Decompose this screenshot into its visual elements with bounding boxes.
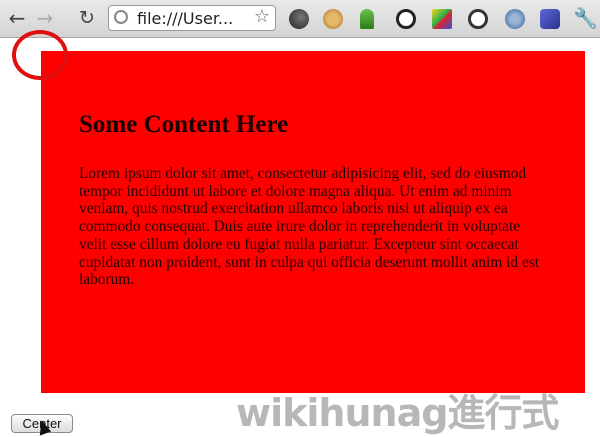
highlight-circle-annotation: [12, 30, 68, 80]
cookie-icon[interactable]: [323, 9, 343, 29]
browser-toolbar: ← → ↻ file:///User... ☆ 🔧: [0, 0, 600, 38]
page-icon: [114, 10, 128, 24]
content-paragraph: Lorem ipsum dolor sit amet, consectetur …: [79, 165, 540, 289]
palette-icon[interactable]: [540, 9, 560, 29]
sprout-icon[interactable]: [360, 9, 374, 29]
g-circle-icon[interactable]: [396, 9, 416, 29]
watermark: wikihunag進行式: [236, 391, 559, 435]
colorful-grid-icon[interactable]: [432, 9, 452, 29]
back-arrow-icon[interactable]: ←: [6, 7, 28, 29]
url-text[interactable]: file:///User...: [137, 9, 233, 28]
red-content-box: Some Content Here Lorem ipsum dolor sit …: [41, 51, 585, 393]
content-heading: Some Content Here: [79, 111, 289, 138]
bookmark-star-icon[interactable]: ☆: [254, 6, 270, 27]
dark-extension-icon[interactable]: [289, 9, 309, 29]
wrench-menu-icon[interactable]: 🔧: [573, 6, 598, 30]
address-bar[interactable]: file:///User... ☆: [108, 5, 276, 31]
globe-icon[interactable]: [505, 9, 525, 29]
forward-arrow-icon[interactable]: →: [34, 7, 56, 29]
refresh-circle-icon[interactable]: [468, 9, 488, 29]
reload-icon[interactable]: ↻: [76, 7, 98, 29]
